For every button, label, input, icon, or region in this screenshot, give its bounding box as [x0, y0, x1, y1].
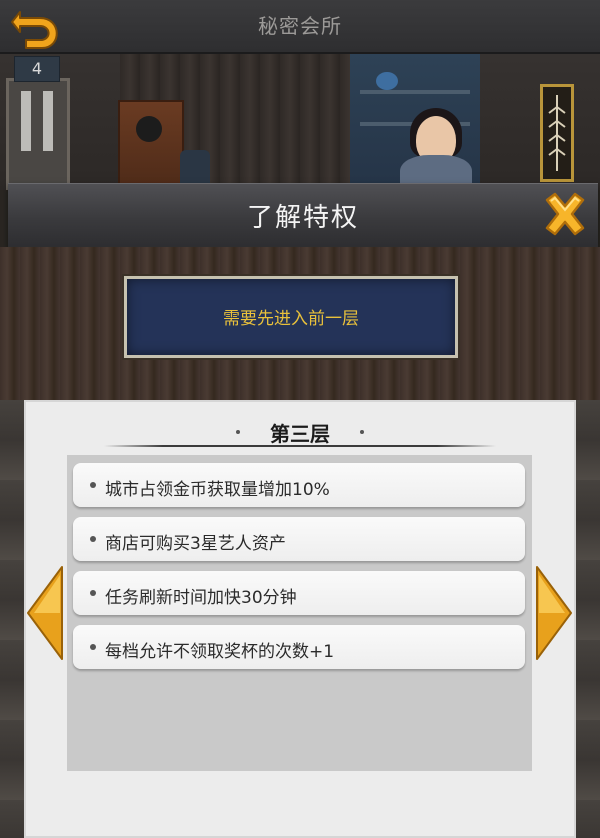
- bullet-icon: [90, 482, 96, 488]
- side-wall-right: [576, 400, 600, 838]
- door: [6, 78, 70, 190]
- close-button[interactable]: [541, 190, 589, 238]
- bullet-icon: [90, 644, 96, 650]
- vase: [376, 72, 398, 90]
- cabinet: [118, 100, 184, 190]
- perk-item: 城市占领金币获取量增加10%: [73, 463, 525, 507]
- right-arrow-icon: [536, 566, 572, 660]
- perk-text: 商店可购买3星艺人资产: [105, 534, 286, 554]
- dialog-header: 了解特权: [8, 183, 598, 250]
- perk-text: 城市占领金币获取量增加10%: [105, 480, 330, 500]
- dialog-title: 了解特权: [246, 203, 359, 233]
- club-scene: 秘密会所 4: [0, 0, 600, 190]
- shelf: [360, 90, 470, 94]
- bullet-icon: [90, 536, 96, 542]
- next-floor-button[interactable]: [535, 565, 573, 661]
- locked-banner: 需要先进入前一层: [124, 276, 458, 358]
- bullet-icon: [90, 590, 96, 596]
- top-bar: 秘密会所: [0, 0, 600, 54]
- perk-item: 商店可购买3星艺人资产: [73, 517, 525, 561]
- perk-item: 任务刷新时间加快30分钟: [73, 571, 525, 615]
- cabinet-ornament: [136, 116, 162, 142]
- side-wall-left: [0, 400, 24, 838]
- perk-list: 城市占领金币获取量增加10% 商店可购买3星艺人资产 任务刷新时间加快30分钟 …: [67, 455, 532, 771]
- wall-frame: [540, 84, 574, 182]
- prev-floor-button[interactable]: [26, 565, 64, 661]
- locked-message: 需要先进入前一层: [223, 309, 359, 329]
- close-x-icon: [545, 192, 585, 236]
- floor-title: 第三层: [270, 422, 330, 446]
- left-arrow-icon: [27, 566, 63, 660]
- door-glass: [21, 91, 31, 151]
- title-divider: [104, 445, 496, 447]
- door-glass: [43, 91, 53, 151]
- floor-number-badge: 4: [14, 56, 60, 82]
- perk-text: 每档允许不领取奖杯的次数+1: [105, 642, 335, 662]
- title-dot-right: [360, 430, 364, 434]
- perk-text: 任务刷新时间加快30分钟: [105, 588, 297, 608]
- back-arrow-icon: [11, 11, 58, 49]
- perk-item: 每档允许不领取奖杯的次数+1: [73, 625, 525, 669]
- location-title: 秘密会所: [258, 14, 342, 38]
- back-button[interactable]: [10, 6, 62, 50]
